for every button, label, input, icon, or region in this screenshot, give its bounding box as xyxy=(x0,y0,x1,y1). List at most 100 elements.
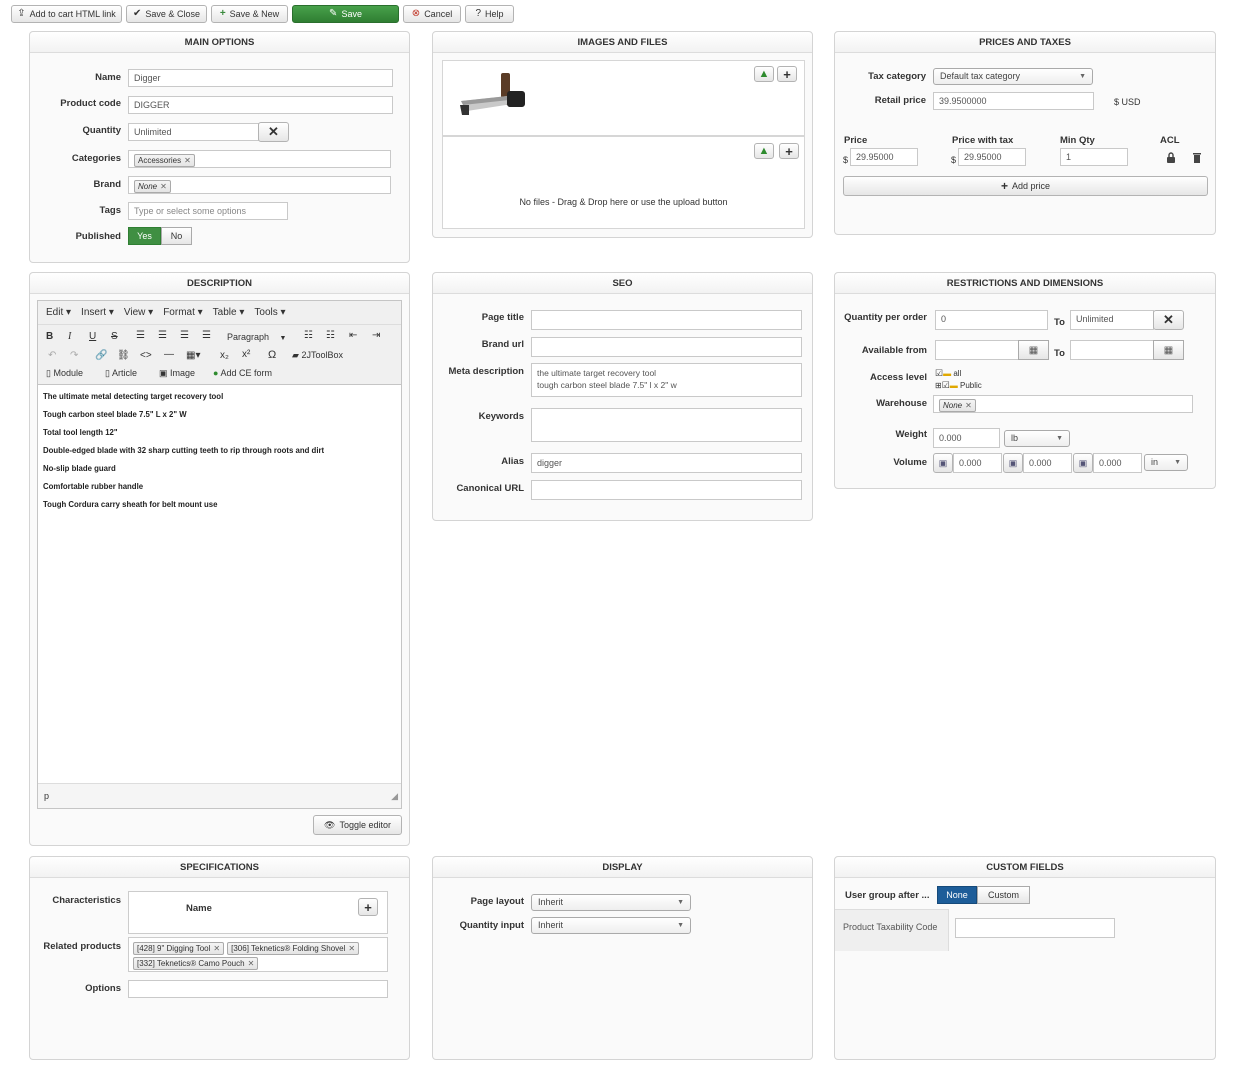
remove-icon[interactable]: ✕ xyxy=(248,959,255,968)
keywords-input[interactable] xyxy=(531,408,802,442)
align-right-icon[interactable]: ☰ xyxy=(180,330,189,341)
menu-insert[interactable]: Insert ▾ xyxy=(81,307,114,318)
trash-icon[interactable] xyxy=(1192,152,1202,163)
image-button[interactable]: ▣ Image xyxy=(159,368,195,379)
omega-icon[interactable]: Ω xyxy=(268,349,276,361)
remove-icon[interactable]: ✕ xyxy=(213,944,220,953)
options-input[interactable] xyxy=(128,980,388,998)
quantity-input[interactable]: Unlimited xyxy=(128,123,259,141)
tax-code-input[interactable] xyxy=(955,918,1115,938)
remove-icon[interactable]: ✕ xyxy=(965,401,972,410)
brand-input[interactable]: None ✕ xyxy=(128,176,391,194)
warehouse-input[interactable]: None ✕ xyxy=(933,395,1193,413)
add-to-cart-link-button[interactable]: ⇪ Add to cart HTML link xyxy=(11,5,122,23)
file-dropzone[interactable]: ▲ + No files - Drag & Drop here or use t… xyxy=(442,136,805,229)
remove-icon[interactable]: ✕ xyxy=(348,944,355,953)
help-button[interactable]: ? Help xyxy=(465,5,514,23)
image-dropzone[interactable]: ▲ + xyxy=(442,60,805,136)
add-file-button[interactable]: + xyxy=(779,143,799,159)
published-no[interactable]: No xyxy=(161,227,192,245)
quantity-per-order-input[interactable]: 0 xyxy=(935,310,1048,330)
underline-icon[interactable]: U xyxy=(89,331,96,342)
menu-format[interactable]: Format ▾ xyxy=(163,307,202,318)
volume-length-input[interactable]: 0.000 xyxy=(953,453,1002,473)
page-title-input[interactable] xyxy=(531,310,802,330)
brand-url-input[interactable] xyxy=(531,337,802,357)
tags-input[interactable]: Type or select some options xyxy=(128,202,288,220)
retail-price-input[interactable]: 39.9500000 xyxy=(933,92,1094,110)
weight-input[interactable]: 0.000 xyxy=(933,428,1000,448)
link-icon[interactable]: 🔗 xyxy=(95,350,107,361)
cancel-button[interactable]: ⊗ Cancel xyxy=(403,5,461,23)
save-close-button[interactable]: ✔ Save & Close xyxy=(126,5,207,23)
tax-category-select[interactable]: Default tax category ▼ xyxy=(933,68,1093,85)
weight-unit-select[interactable]: lb ▼ xyxy=(1004,430,1070,447)
module-button[interactable]: ▯ Module xyxy=(46,368,83,379)
menu-edit[interactable]: Edit ▾ xyxy=(46,307,71,318)
volume-height-input[interactable]: 0.000 xyxy=(1093,453,1142,473)
lock-icon[interactable] xyxy=(1166,152,1176,163)
quantity-input-select[interactable]: Inherit ▼ xyxy=(531,917,691,934)
save-button[interactable]: ✎ Save xyxy=(292,5,399,23)
bullet-list-icon[interactable]: ☷ xyxy=(304,330,313,341)
align-left-icon[interactable]: ☰ xyxy=(136,330,145,341)
alias-input[interactable]: digger xyxy=(531,453,802,473)
volume-width-input[interactable]: 0.000 xyxy=(1023,453,1072,473)
justify-icon[interactable]: ☰ xyxy=(202,330,211,341)
unlink-icon[interactable]: ⛓ xyxy=(117,350,130,361)
min-qty-input[interactable]: 1 xyxy=(1060,148,1128,166)
bold-icon[interactable]: B xyxy=(46,331,53,342)
add-characteristic-button[interactable]: + xyxy=(358,898,378,916)
published-yes[interactable]: Yes xyxy=(128,227,161,245)
checkbox-icon[interactable]: ☑ xyxy=(935,368,943,378)
resize-handle-icon[interactable]: ◢ xyxy=(391,784,398,809)
clear-quantity-button[interactable]: ✕ xyxy=(258,122,289,142)
upload-file-button[interactable]: ▲ xyxy=(754,143,774,159)
related-products-input[interactable]: [428] 9" Digging Tool ✕ [306] Teknetics® F… xyxy=(128,937,388,972)
table-icon[interactable]: ▦▾ xyxy=(186,350,200,361)
strikethrough-icon[interactable]: S xyxy=(111,331,118,342)
checkbox-icon[interactable]: ☑ xyxy=(942,380,950,390)
access-public-item[interactable]: ⊞☑▬ Public xyxy=(935,380,982,391)
superscript-icon[interactable]: x² xyxy=(242,349,250,360)
editor-content[interactable]: The ultimate metal detecting target reco… xyxy=(38,385,401,525)
expand-icon[interactable]: ⊞ xyxy=(935,381,942,390)
access-all-item[interactable]: ☑▬ all xyxy=(935,368,982,379)
toggle-editor-button[interactable]: 👁 Toggle editor xyxy=(313,815,402,835)
available-from-input[interactable] xyxy=(935,340,1019,360)
user-group-none[interactable]: None xyxy=(937,886,977,904)
outdent-icon[interactable]: ⇤ xyxy=(349,330,357,341)
menu-view[interactable]: View ▾ xyxy=(124,307,153,318)
horizontal-rule-icon[interactable]: — xyxy=(164,349,174,360)
calendar-icon[interactable]: ▦ xyxy=(1153,340,1184,360)
article-button[interactable]: ▯ Article xyxy=(105,368,137,379)
add-image-button[interactable]: + xyxy=(777,66,797,82)
meta-description-input[interactable]: the ultimate target recovery tool tough c… xyxy=(531,363,802,397)
numbered-list-icon[interactable]: ☷ xyxy=(326,330,335,341)
quantity-per-order-to-input[interactable]: Unlimited xyxy=(1070,310,1154,330)
product-code-input[interactable]: DIGGER xyxy=(128,96,393,114)
page-layout-select[interactable]: Inherit ▼ xyxy=(531,894,691,911)
menu-tools[interactable]: Tools ▾ xyxy=(254,307,285,318)
indent-icon[interactable]: ⇥ xyxy=(372,330,380,341)
volume-unit-select[interactable]: in ▼ xyxy=(1144,454,1188,471)
paragraph-select[interactable]: Paragraph ▼ xyxy=(227,332,286,342)
add-price-button[interactable]: + Add price xyxy=(843,176,1208,196)
available-to-input[interactable] xyxy=(1070,340,1154,360)
save-new-button[interactable]: + Save & New xyxy=(211,5,288,23)
user-group-custom[interactable]: Custom xyxy=(977,886,1030,904)
menu-table[interactable]: Table ▾ xyxy=(213,307,245,318)
remove-icon[interactable]: ✕ xyxy=(160,182,167,191)
italic-icon[interactable]: I xyxy=(68,331,71,342)
categories-input[interactable]: Accessories ✕ xyxy=(128,150,391,168)
undo-icon[interactable]: ↶ xyxy=(48,350,56,361)
upload-image-button[interactable]: ▲ xyxy=(754,66,774,82)
align-center-icon[interactable]: ☰ xyxy=(158,330,167,341)
jtoolbox-button[interactable]: ▰ 2JToolBox xyxy=(292,350,343,361)
redo-icon[interactable]: ↷ xyxy=(70,350,78,361)
calendar-icon[interactable]: ▦ xyxy=(1018,340,1049,360)
add-ce-form-button[interactable]: ● Add CE form xyxy=(213,368,272,378)
name-input[interactable]: Digger xyxy=(128,69,393,87)
price-with-tax-input[interactable]: 29.95000 xyxy=(958,148,1026,166)
canonical-url-input[interactable] xyxy=(531,480,802,500)
